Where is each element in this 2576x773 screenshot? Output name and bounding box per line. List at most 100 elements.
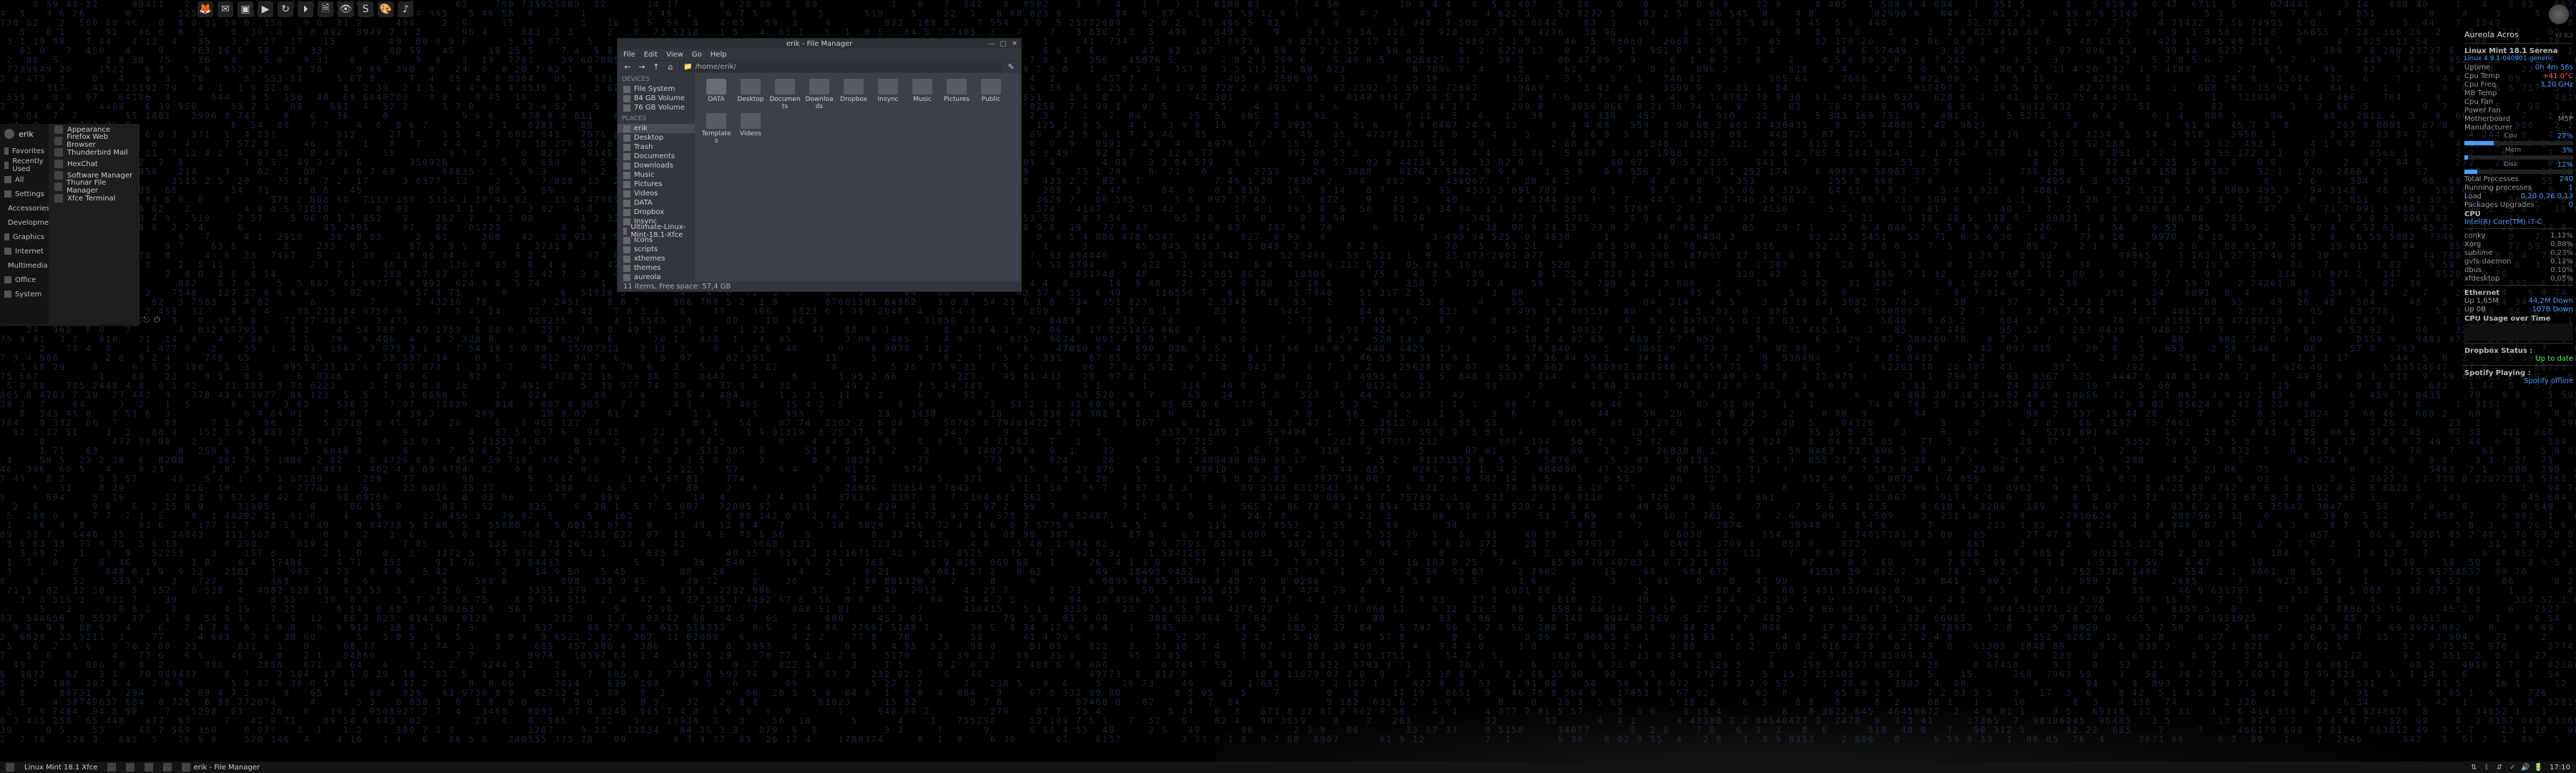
tray-battery-icon[interactable]: 🔋	[2534, 763, 2542, 772]
menu-file[interactable]: File	[623, 51, 635, 59]
sidebar-place[interactable]: DATA	[618, 198, 695, 208]
app-hexchat[interactable]: HexChat	[49, 158, 140, 170]
start-button[interactable]	[3, 762, 17, 772]
nav-forward-button[interactable]: →	[636, 62, 648, 73]
app-icon	[54, 183, 62, 191]
metric-key: Total Processes	[2464, 175, 2519, 183]
category-label: Settings	[15, 190, 44, 198]
sidebar-place[interactable]: Dropbox	[618, 208, 695, 217]
nav-back-button[interactable]: ←	[622, 62, 633, 73]
sidebar-place[interactable]: themes	[618, 263, 695, 273]
nav-home-button[interactable]: ⌂	[665, 62, 676, 73]
sidebar-place[interactable]: Pictures	[618, 180, 695, 189]
app-thunderbird-mail[interactable]: Thunderbird Mail	[49, 147, 140, 158]
app-thunar-file-manager[interactable]: Thunar File Manager	[49, 181, 140, 193]
window-titlebar[interactable]: erik - File Manager — ▢ ✕	[618, 39, 1021, 49]
launcher-sublime[interactable]: S	[358, 1, 374, 17]
sidebar-place[interactable]: Videos	[618, 189, 695, 198]
sidebar-place[interactable]: scripts	[618, 245, 695, 254]
sidebar-label: scripts	[634, 245, 658, 253]
nav-up-button[interactable]: ↑	[650, 62, 662, 73]
tray-volume-icon[interactable]: 🔊	[2521, 763, 2529, 772]
sidebar-place[interactable]: Trash	[618, 142, 695, 152]
file-item[interactable]: Videos	[735, 113, 766, 145]
sidebar-place[interactable]: xthemes	[618, 254, 695, 263]
file-item[interactable]: Documents	[769, 79, 801, 110]
launcher-terminal[interactable]: ▣	[238, 1, 253, 17]
sidebar-device[interactable]: 84 GB Volume	[618, 94, 695, 103]
menu-view[interactable]: View	[666, 51, 683, 59]
launcher-video[interactable]: ▶	[258, 1, 273, 17]
file-item[interactable]: Downloads	[804, 79, 835, 110]
category-system[interactable]: System	[0, 287, 49, 301]
launcher-spotify[interactable]: ♪	[398, 1, 414, 17]
category-recently-used[interactable]: Recently Used	[0, 158, 49, 172]
category-graphics[interactable]: Graphics	[0, 230, 49, 244]
taskbar-launcher-browser[interactable]	[160, 762, 175, 772]
minimize-button[interactable]: —	[988, 40, 995, 47]
power-icon[interactable]: ⏻	[154, 315, 160, 325]
sidebar-device[interactable]: 76 GB Volume	[618, 103, 695, 112]
menu-go[interactable]: Go	[692, 51, 702, 59]
launcher-thunderbird[interactable]: ✉	[218, 1, 233, 17]
category-development[interactable]: Development	[0, 215, 49, 230]
folder-icon	[809, 79, 829, 94]
menu-edit[interactable]: Edit	[644, 51, 658, 59]
sidebar-place[interactable]: aureola	[618, 273, 695, 281]
sidebar-place[interactable]: Music	[618, 170, 695, 180]
close-button[interactable]: ✕	[1011, 40, 1018, 47]
launcher-gimp[interactable]: 🎨	[378, 1, 394, 17]
path-bar[interactable]: 📁 /home/erik/	[679, 62, 1002, 72]
launcher-reload[interactable]: ↻	[278, 1, 293, 17]
category-office[interactable]: Office	[0, 273, 49, 287]
file-item[interactable]: Dropbox	[838, 79, 869, 110]
app-firefox-web-browser[interactable]: Firefox Web Browser	[49, 135, 140, 147]
tray-dropbox-icon[interactable]: ⇅	[2469, 763, 2478, 772]
file-item[interactable]: Pictures	[941, 79, 972, 110]
app-label: Thunar File Manager	[67, 179, 134, 195]
username: erik	[19, 130, 34, 139]
sidebar-place[interactable]: erik	[618, 124, 695, 133]
file-item[interactable]: Templates	[701, 113, 732, 145]
launcher-firefox[interactable]: 🦊	[197, 1, 213, 17]
file-item[interactable]: Music	[907, 79, 938, 110]
path-toggle-button[interactable]: ✎	[1005, 62, 1017, 73]
show-desktop-button[interactable]	[104, 762, 119, 772]
logout-icon[interactable]: ⎋	[143, 315, 150, 325]
tray-update-icon[interactable]: ✓	[2508, 763, 2517, 772]
taskbar-launcher-files[interactable]	[142, 762, 156, 772]
dropbox-status: Up to date	[2535, 355, 2573, 363]
sidebar-place[interactable]: Desktop	[618, 133, 695, 142]
maximize-button[interactable]: ▢	[1000, 40, 1007, 47]
sidebar-place[interactable]: Documents	[618, 152, 695, 161]
category-accessories[interactable]: Accessories	[0, 201, 49, 215]
category-favorites[interactable]: Favorites	[0, 144, 49, 158]
category-icon	[4, 248, 11, 255]
start-menu-user[interactable]: erik	[0, 124, 49, 144]
conky-title: Aureola Acros	[2464, 30, 2519, 39]
category-multimedia[interactable]: Multimedia	[0, 258, 49, 273]
sidebar-place[interactable]: Ultimate-Linux-Mint-18.1-Xfce	[618, 226, 695, 235]
file-item[interactable]: Public	[975, 79, 1007, 110]
start-menu: erik FavoritesRecently UsedAll Settings Ac…	[0, 124, 140, 324]
category-settings[interactable]: Settings	[0, 187, 49, 201]
file-item[interactable]: Insync	[872, 79, 904, 110]
launcher-player[interactable]: ⏵	[298, 1, 313, 17]
launcher-files[interactable]: 🗎	[318, 1, 333, 17]
conky-row: Cpu Temp+41.0°C	[2464, 72, 2573, 80]
category-all[interactable]: All	[0, 172, 49, 187]
launcher-eye[interactable]: 👁	[338, 1, 353, 17]
menu-help[interactable]: Help	[711, 51, 727, 59]
taskbar-launcher-terminal[interactable]	[123, 762, 137, 772]
taskbar-task[interactable]: erik - File Manager	[179, 762, 263, 772]
sidebar-device[interactable]: File System	[618, 84, 695, 94]
app-icon	[54, 194, 63, 203]
tray-bluetooth-icon[interactable]: ᛒ	[2482, 763, 2491, 772]
tray-network-icon[interactable]: ⇵	[2495, 763, 2504, 772]
category-internet[interactable]: Internet	[0, 244, 49, 258]
sidebar-place[interactable]: Downloads	[618, 161, 695, 170]
file-manager-content[interactable]: DATADesktopDocumentsDownloadsDropboxInsy…	[695, 73, 1021, 281]
file-item[interactable]: Desktop	[735, 79, 766, 110]
file-item[interactable]: DATA	[701, 79, 732, 110]
taskbar-clock[interactable]: 17:10	[2547, 764, 2573, 772]
